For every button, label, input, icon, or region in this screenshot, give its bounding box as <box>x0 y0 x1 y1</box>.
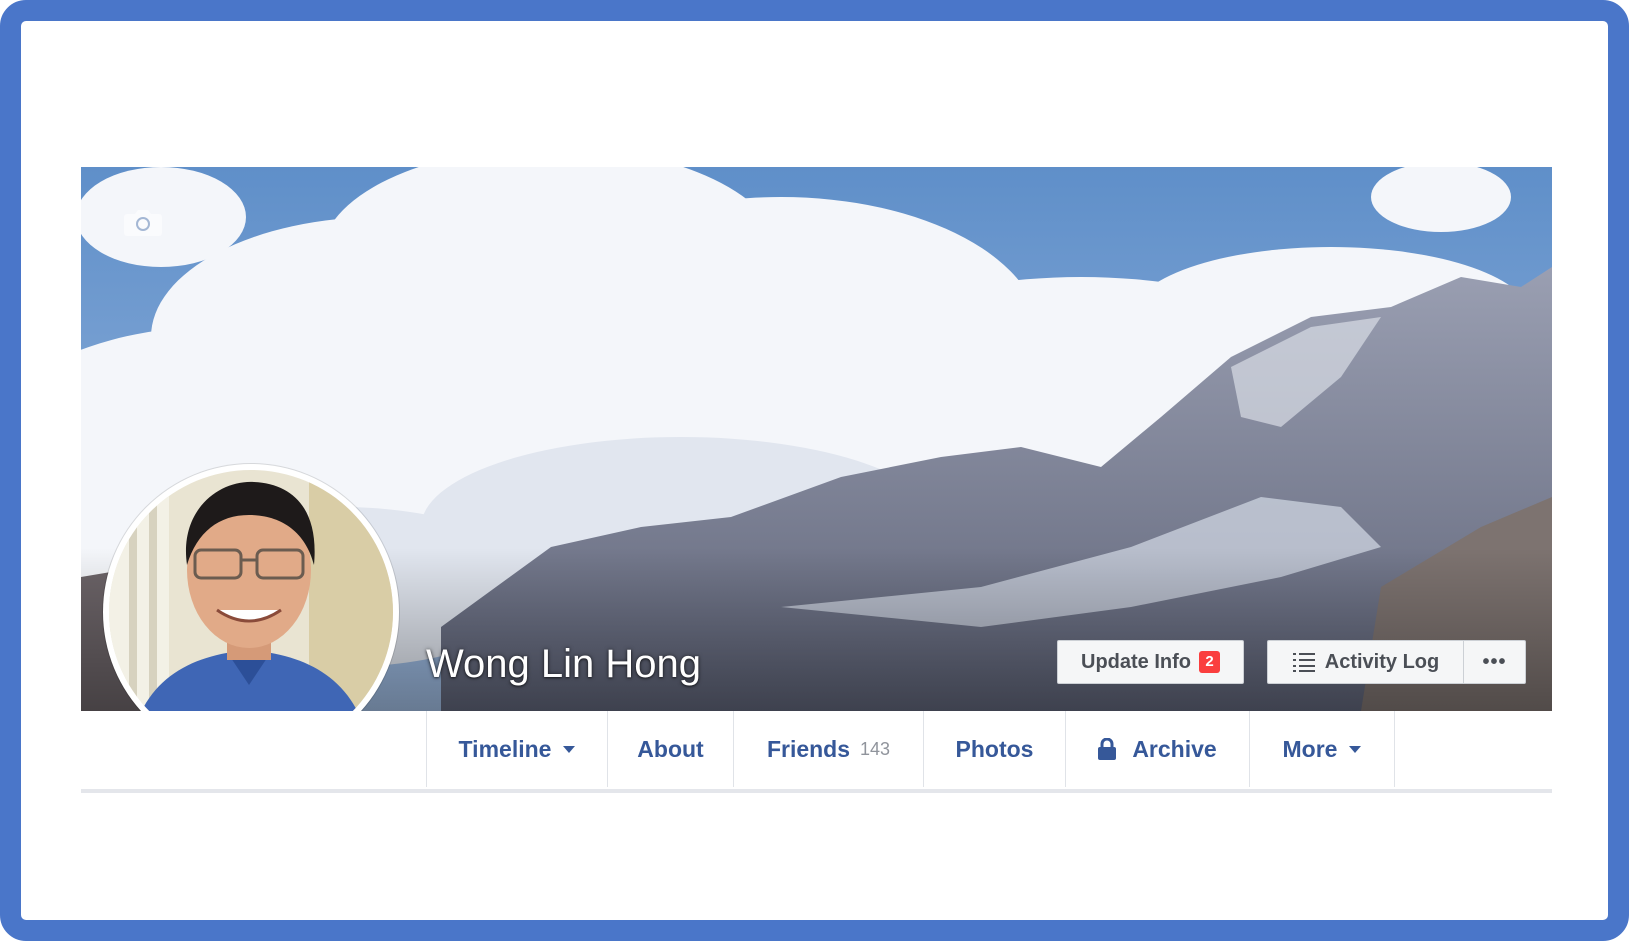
tab-archive-label: Archive <box>1132 735 1217 762</box>
tab-timeline-label: Timeline <box>458 735 552 762</box>
friends-count: 143 <box>860 738 891 759</box>
profile-header: Wong Lin Hong Update Info 2 Activity Log… <box>81 167 1552 793</box>
notification-badge: 2 <box>1199 651 1220 673</box>
tab-more[interactable]: More <box>1249 711 1395 787</box>
profile-name[interactable]: Wong Lin Hong <box>426 642 701 687</box>
caret-down-icon <box>563 745 576 753</box>
activity-log-button[interactable]: Activity Log <box>1267 640 1464 684</box>
tab-about[interactable]: About <box>607 711 733 787</box>
tab-photos[interactable]: Photos <box>923 711 1065 787</box>
camera-icon[interactable] <box>123 207 163 237</box>
profile-nav: Timeline About Friends 143 Photos Archiv… <box>81 711 1552 793</box>
lock-icon <box>1098 738 1117 760</box>
activity-log-label: Activity Log <box>1324 650 1440 673</box>
caret-down-icon <box>1349 745 1362 753</box>
tab-more-label: More <box>1282 735 1338 762</box>
tab-photos-label: Photos <box>955 735 1034 762</box>
tab-friends[interactable]: Friends 143 <box>733 711 923 787</box>
more-options-button[interactable]: ••• <box>1463 640 1526 684</box>
tab-about-label: About <box>637 735 704 762</box>
update-info-label: Update Info <box>1081 650 1191 673</box>
tab-timeline[interactable]: Timeline <box>426 711 607 787</box>
list-icon <box>1292 653 1315 672</box>
tab-friends-label: Friends <box>766 735 851 762</box>
tab-archive[interactable]: Archive <box>1065 711 1249 787</box>
update-info-button[interactable]: Update Info 2 <box>1057 640 1244 684</box>
